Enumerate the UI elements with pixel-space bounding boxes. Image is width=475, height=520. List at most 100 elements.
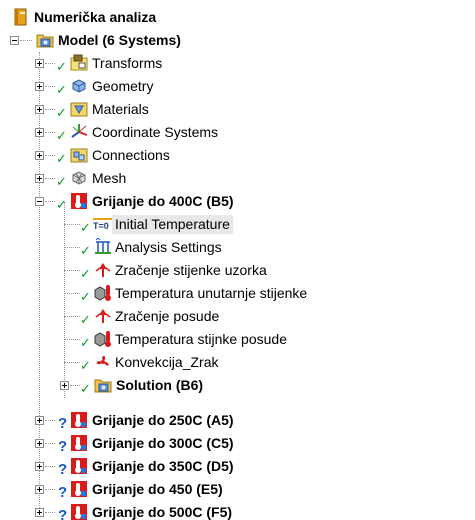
- tree-connector: [64, 316, 80, 317]
- analysis-label: Grijanje do 450 (E5): [92, 481, 223, 497]
- tree-connector: [64, 362, 80, 363]
- tree-node-coordinate-systems[interactable]: ✓ Coordinate Systems: [0, 121, 475, 144]
- tree-connector: [45, 443, 55, 444]
- expand-toggle[interactable]: [35, 439, 44, 448]
- status-check-icon: ✓: [56, 82, 67, 97]
- initial-temperature-icon: T=0: [92, 217, 112, 235]
- expand-toggle[interactable]: [35, 151, 44, 160]
- tree-node-analysis-c5[interactable]: ? Grijanje do 300C (C5): [0, 432, 475, 455]
- status-check-icon: ✓: [56, 197, 67, 212]
- geometry-icon: [70, 77, 88, 95]
- tree-node-analysis-b5[interactable]: ✓ Grijanje do 400C (B5): [0, 190, 475, 213]
- expand-toggle[interactable]: [35, 485, 44, 494]
- analysis-label: Grijanje do 300C (C5): [92, 435, 234, 451]
- expand-toggle[interactable]: [35, 508, 44, 517]
- tree-connector: [45, 489, 55, 490]
- transient-thermal-icon: [70, 503, 88, 520]
- coordinate-systems-icon: [70, 123, 88, 141]
- tree-node-analysis-f5[interactable]: ? Grijanje do 500C (F5): [0, 501, 475, 520]
- model-icon: [36, 31, 54, 49]
- temperature-icon: [94, 330, 112, 348]
- expand-toggle[interactable]: [35, 174, 44, 183]
- tree-node-label: Materials: [92, 101, 149, 117]
- status-check-icon: ✓: [80, 266, 91, 281]
- connections-icon: [70, 146, 88, 164]
- status-check-icon: ✓: [80, 312, 91, 327]
- tree-node-model[interactable]: Model (6 Systems): [0, 29, 475, 52]
- expand-toggle[interactable]: [35, 462, 44, 471]
- expand-toggle[interactable]: [60, 381, 69, 390]
- expand-toggle[interactable]: [35, 105, 44, 114]
- tree-connector: [45, 63, 55, 64]
- collapse-toggle[interactable]: [10, 36, 19, 45]
- tree-node-geometry[interactable]: ✓ Geometry: [0, 75, 475, 98]
- status-check-icon: ✓: [80, 243, 91, 258]
- tree-node-label: Analysis Settings: [115, 239, 222, 255]
- expand-toggle[interactable]: [35, 82, 44, 91]
- tree-node-label: Connections: [92, 147, 170, 163]
- transient-thermal-icon: [70, 457, 88, 475]
- tree-connector: [45, 178, 55, 179]
- tree-node-label: Temperatura stijnke posude: [115, 331, 287, 347]
- mesh-icon: [70, 169, 88, 187]
- analysis-label: Grijanje do 350C (D5): [92, 458, 234, 474]
- expand-toggle[interactable]: [35, 416, 44, 425]
- expand-toggle[interactable]: [35, 128, 44, 137]
- tree-connector: [45, 466, 55, 467]
- tree-node-temperature-inner-wall[interactable]: ✓ Temperatura unutarnje stijenke: [0, 282, 475, 305]
- tree-node-connections[interactable]: ✓ Connections: [0, 144, 475, 167]
- tree-node-project[interactable]: Numerička analiza: [0, 6, 475, 29]
- tree-node-convection-air[interactable]: ✓ Konvekcija_Zrak: [0, 351, 475, 374]
- tree-node-radiation-sample-wall[interactable]: ✓ Zračenje stijenke uzorka: [0, 259, 475, 282]
- tree-connector: [45, 512, 55, 513]
- tree-connector: [45, 132, 55, 133]
- transient-thermal-icon: [70, 411, 88, 429]
- tree-node-analysis-settings[interactable]: ✓ Analysis Settings: [0, 236, 475, 259]
- radiation-icon: [94, 307, 112, 325]
- tree-node-transforms[interactable]: ✓ Transforms: [0, 52, 475, 75]
- tree-connector: [45, 155, 55, 156]
- status-check-icon: ✓: [80, 220, 91, 235]
- tree-connector: [64, 224, 80, 225]
- tree-connector: [20, 40, 32, 41]
- tree-node-label: Geometry: [92, 78, 154, 94]
- status-check-icon: ✓: [80, 335, 91, 350]
- expand-toggle[interactable]: [35, 59, 44, 68]
- model-label: Model (6 Systems): [58, 32, 181, 48]
- collapse-toggle[interactable]: [35, 197, 44, 206]
- analysis-label: Grijanje do 500C (F5): [92, 504, 233, 520]
- status-check-icon: ✓: [56, 174, 67, 189]
- analysis-label: Grijanje do 250C (A5): [92, 412, 234, 428]
- analysis-label: Grijanje do 400C (B5): [92, 193, 234, 209]
- transforms-icon: [70, 54, 88, 72]
- project-label: Numerička analiza: [34, 9, 157, 25]
- tree-node-initial-temperature[interactable]: ✓ T=0 Initial Temperature: [0, 213, 475, 236]
- tree-connector: [64, 270, 80, 271]
- tree-node-analysis-d5[interactable]: ? Grijanje do 350C (D5): [0, 455, 475, 478]
- initial-temperature-icon-text: T=0: [93, 221, 109, 231]
- solution-label: Solution (B6): [116, 377, 204, 393]
- transient-thermal-icon: [70, 480, 88, 498]
- status-check-icon: ✓: [80, 381, 91, 396]
- tree-node-label: Initial Temperature: [112, 215, 233, 234]
- tree-node-solution-b6[interactable]: ✓ Solution (B6): [0, 374, 475, 397]
- transient-thermal-icon: [70, 192, 88, 210]
- tree-node-materials[interactable]: ✓ Materials: [0, 98, 475, 121]
- outline-tree: Numerička analiza Model (6 Systems) ✓ Tr…: [0, 6, 475, 520]
- tree-node-analysis-e5[interactable]: ? Grijanje do 450 (E5): [0, 478, 475, 501]
- tree-node-label: Transforms: [92, 55, 163, 71]
- project-book-icon: [12, 8, 30, 26]
- status-question-icon: ?: [58, 484, 68, 501]
- tree-node-temperature-vessel-wall[interactable]: ✓ Temperatura stijnke posude: [0, 328, 475, 351]
- tree-node-mesh[interactable]: ✓ Mesh: [0, 167, 475, 190]
- status-question-icon: ?: [58, 461, 68, 478]
- tree-node-label: Konvekcija_Zrak: [115, 354, 219, 370]
- status-question-icon: ?: [58, 438, 68, 455]
- tree-node-radiation-vessel[interactable]: ✓ Zračenje posude: [0, 305, 475, 328]
- tree-node-analysis-a5[interactable]: ? Grijanje do 250C (A5): [0, 409, 475, 432]
- convection-fan-icon: [94, 353, 112, 371]
- solution-icon: [94, 376, 112, 394]
- transient-thermal-icon: [70, 434, 88, 452]
- status-check-icon: ✓: [56, 105, 67, 120]
- tree-node-label: Mesh: [92, 170, 127, 186]
